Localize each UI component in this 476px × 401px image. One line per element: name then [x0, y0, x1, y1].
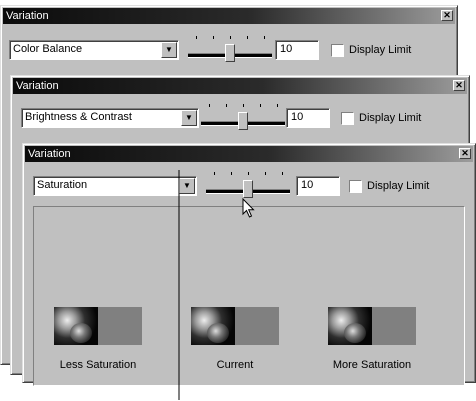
mouse-pointer-icon: [242, 198, 255, 218]
callout-line: [178, 170, 180, 400]
